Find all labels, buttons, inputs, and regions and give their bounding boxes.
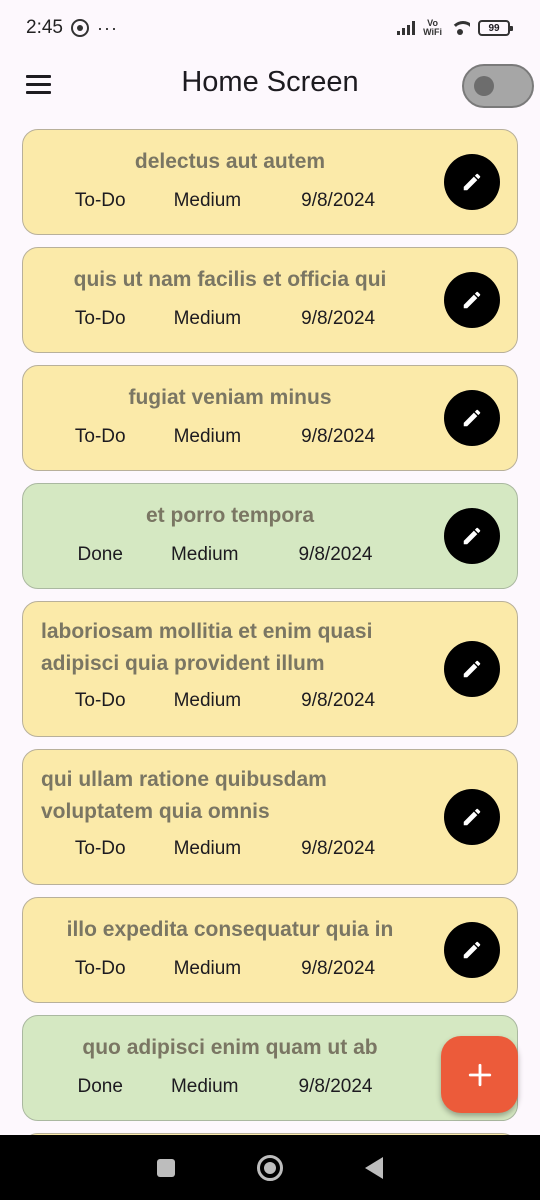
edit-task-button[interactable] [444,641,500,697]
task-date: 9/8/2024 [301,308,376,329]
task-priority: Medium [173,690,242,711]
task-list[interactable]: delectus aut autem To-Do Medium 9/8/2024 qui… [22,129,518,1135]
whatsapp-icon [70,19,89,37]
task-title: delectus aut autem [134,150,326,173]
toggle-knob [474,76,494,96]
task-date: 9/8/2024 [301,426,376,447]
task-status: To-Do [74,838,126,859]
task-meta: To-Do Medium 9/8/2024 [23,958,427,980]
battery-level: 99 [488,22,500,34]
task-status: To-Do [74,308,126,329]
task-status: Done [77,544,123,565]
task-status: To-Do [74,958,126,979]
theme-toggle[interactable] [462,64,534,108]
task-card[interactable]: et porro tempora Done Medium 9/8/2024 [22,483,518,589]
home-icon[interactable] [257,1154,283,1181]
task-date: 9/8/2024 [298,544,373,565]
task-date: 9/8/2024 [301,958,376,979]
pencil-icon [463,808,481,826]
edit-task-button[interactable] [444,390,500,446]
task-title: laboriosam mollitia et enim quasi adipis… [41,620,373,675]
edit-task-button[interactable] [444,789,500,845]
task-status: To-Do [74,690,126,711]
task-card[interactable]: qui ullam ratione quibusdam voluptatem q… [22,749,518,885]
task-meta: Done Medium 9/8/2024 [23,1076,427,1098]
vowifi-icon: Vo WiFi [423,19,442,37]
status-right: Vo WiFi 99 [397,19,513,37]
edit-task-button[interactable] [444,508,500,564]
edit-task-button[interactable] [444,922,500,978]
task-meta: To-Do Medium 9/8/2024 [23,838,427,860]
task-card[interactable]: illo expedita consequatur quia in To-Do Me… [22,897,518,1003]
task-priority: Medium [170,544,239,565]
task-priority: Medium [173,426,242,447]
task-date: 9/8/2024 [301,690,376,711]
edit-task-button[interactable] [444,154,500,210]
task-meta: To-Do Medium 9/8/2024 [23,190,427,212]
pencil-icon [463,173,481,191]
battery-icon: 99 [478,20,513,36]
recent-apps-icon[interactable] [157,1158,175,1177]
more-notifications-icon: ··· [96,17,118,38]
task-card[interactable]: laboriosam mollitia et enim quasi adipis… [22,601,518,737]
task-date: 9/8/2024 [301,838,376,859]
task-priority: Medium [173,958,242,979]
task-date: 9/8/2024 [301,190,376,211]
signal-icon [397,21,416,35]
pencil-icon [463,660,481,678]
add-task-button[interactable] [441,1036,518,1113]
task-card[interactable]: fugiat veniam minus To-Do Medium 9/8/2024 [22,365,518,471]
task-card[interactable]: delectus aut autem To-Do Medium 9/8/2024 [22,129,518,235]
task-date: 9/8/2024 [298,1076,373,1097]
plus-icon [468,1063,491,1086]
pencil-icon [463,291,481,309]
task-status: To-Do [74,426,126,447]
system-nav-bar [0,1135,540,1200]
task-card[interactable]: quis ut nam facilis et officia qui To-Do M… [22,247,518,353]
task-status: Done [77,1076,123,1097]
task-meta: To-Do Medium 9/8/2024 [23,308,427,330]
pencil-icon [463,409,481,427]
status-left: 2:45 ··· [26,17,118,39]
status-time: 2:45 [26,17,63,38]
task-meta: Done Medium 9/8/2024 [23,544,427,566]
task-priority: Medium [173,190,242,211]
edit-task-button[interactable] [444,272,500,328]
task-title: quo adipisci enim quam ut ab [82,1036,378,1059]
task-title: et porro tempora [145,504,315,527]
task-title: qui ullam ratione quibusdam voluptatem q… [41,768,327,823]
task-status: To-Do [74,190,126,211]
app-bar: Home Screen [0,56,540,116]
task-priority: Medium [173,838,242,859]
task-title: illo expedita consequatur quia in [66,918,394,941]
back-icon[interactable] [365,1156,383,1179]
pencil-icon [463,941,481,959]
page-title: Home Screen [181,66,359,98]
task-title: quis ut nam facilis et officia qui [73,268,387,291]
task-title: fugiat veniam minus [128,386,332,409]
wifi-icon [450,21,470,35]
vowifi-bottom-label: WiFi [423,27,442,37]
task-meta: To-Do Medium 9/8/2024 [23,426,427,448]
task-priority: Medium [173,308,242,329]
task-priority: Medium [170,1076,239,1097]
pencil-icon [463,527,481,545]
task-meta: To-Do Medium 9/8/2024 [23,690,427,712]
status-bar: 2:45 ··· Vo WiFi 99 [0,0,540,56]
